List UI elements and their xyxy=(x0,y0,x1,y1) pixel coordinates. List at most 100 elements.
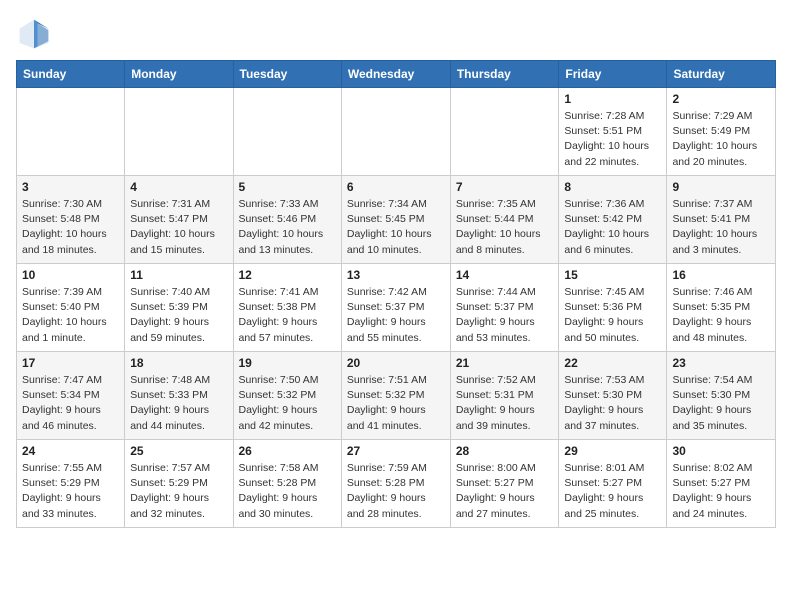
day-info: Sunrise: 7:34 AM Sunset: 5:45 PM Dayligh… xyxy=(347,197,445,258)
day-info: Sunrise: 7:36 AM Sunset: 5:42 PM Dayligh… xyxy=(564,197,661,258)
day-cell: 3Sunrise: 7:30 AM Sunset: 5:48 PM Daylig… xyxy=(17,176,125,264)
day-number: 15 xyxy=(564,268,661,282)
weekday-header-monday: Monday xyxy=(125,61,233,88)
day-number: 19 xyxy=(239,356,336,370)
day-cell: 1 Sunrise: 7:28 AM Sunset: 5:51 PM Daylig… xyxy=(559,88,667,176)
day-info: Sunrise: 7:47 AM Sunset: 5:34 PM Dayligh… xyxy=(22,373,119,434)
day-cell: 2Sunrise: 7:29 AM Sunset: 5:49 PM Daylig… xyxy=(667,88,776,176)
day-cell: 22 Sunrise: 7:53 AM Sunset: 5:30 PM Dayli… xyxy=(559,352,667,440)
week-row-5: 24 Sunrise: 7:55 AM Sunset: 5:29 PM Dayli… xyxy=(17,440,776,528)
day-cell: 10 Sunrise: 7:39 AM Sunset: 5:40 PM Dayli… xyxy=(17,264,125,352)
day-cell: 4Sunrise: 7:31 AM Sunset: 5:47 PM Daylig… xyxy=(125,176,233,264)
week-row-3: 10 Sunrise: 7:39 AM Sunset: 5:40 PM Dayli… xyxy=(17,264,776,352)
day-number: 27 xyxy=(347,444,445,458)
day-number: 9 xyxy=(672,180,770,194)
day-info: Sunrise: 7:33 AM Sunset: 5:46 PM Dayligh… xyxy=(239,197,336,258)
weekday-header-wednesday: Wednesday xyxy=(341,61,450,88)
weekday-header-saturday: Saturday xyxy=(667,61,776,88)
day-cell: 20 Sunrise: 7:51 AM Sunset: 5:32 PM Dayli… xyxy=(341,352,450,440)
day-number: 1 xyxy=(564,92,661,106)
day-number: 20 xyxy=(347,356,445,370)
logo xyxy=(16,16,56,52)
day-cell: 30Sunrise: 8:02 AM Sunset: 5:27 PM Dayli… xyxy=(667,440,776,528)
day-number: 14 xyxy=(456,268,554,282)
day-cell: 27 Sunrise: 7:59 AM Sunset: 5:28 PM Dayli… xyxy=(341,440,450,528)
day-info: Sunrise: 7:37 AM Sunset: 5:41 PM Dayligh… xyxy=(672,197,770,258)
page-header xyxy=(16,16,776,52)
day-cell: 21 Sunrise: 7:52 AM Sunset: 5:31 PM Dayli… xyxy=(450,352,559,440)
day-info: Sunrise: 7:50 AM Sunset: 5:32 PM Dayligh… xyxy=(239,373,336,434)
day-number: 28 xyxy=(456,444,554,458)
day-cell: 5 Sunrise: 7:33 AM Sunset: 5:46 PM Daylig… xyxy=(233,176,341,264)
day-cell: 8 Sunrise: 7:36 AM Sunset: 5:42 PM Daylig… xyxy=(559,176,667,264)
calendar-header: SundayMondayTuesdayWednesdayThursdayFrid… xyxy=(17,61,776,88)
day-info: Sunrise: 8:00 AM Sunset: 5:27 PM Dayligh… xyxy=(456,461,554,522)
week-row-2: 3Sunrise: 7:30 AM Sunset: 5:48 PM Daylig… xyxy=(17,176,776,264)
day-number: 10 xyxy=(22,268,119,282)
day-number: 22 xyxy=(564,356,661,370)
day-cell: 26 Sunrise: 7:58 AM Sunset: 5:28 PM Dayli… xyxy=(233,440,341,528)
day-cell: 19 Sunrise: 7:50 AM Sunset: 5:32 PM Dayli… xyxy=(233,352,341,440)
day-number: 23 xyxy=(672,356,770,370)
day-cell: 18 Sunrise: 7:48 AM Sunset: 5:33 PM Dayli… xyxy=(125,352,233,440)
day-number: 30 xyxy=(672,444,770,458)
day-number: 18 xyxy=(130,356,227,370)
day-info: Sunrise: 7:31 AM Sunset: 5:47 PM Dayligh… xyxy=(130,197,227,258)
day-info: Sunrise: 7:55 AM Sunset: 5:29 PM Dayligh… xyxy=(22,461,119,522)
day-info: Sunrise: 7:48 AM Sunset: 5:33 PM Dayligh… xyxy=(130,373,227,434)
day-cell xyxy=(125,88,233,176)
day-number: 26 xyxy=(239,444,336,458)
day-cell: 15 Sunrise: 7:45 AM Sunset: 5:36 PM Dayli… xyxy=(559,264,667,352)
day-number: 12 xyxy=(239,268,336,282)
day-cell: 29 Sunrise: 8:01 AM Sunset: 5:27 PM Dayli… xyxy=(559,440,667,528)
day-cell: 23 Sunrise: 7:54 AM Sunset: 5:30 PM Dayli… xyxy=(667,352,776,440)
day-cell: 13Sunrise: 7:42 AM Sunset: 5:37 PM Dayli… xyxy=(341,264,450,352)
day-cell: 14 Sunrise: 7:44 AM Sunset: 5:37 PM Dayli… xyxy=(450,264,559,352)
weekday-header-thursday: Thursday xyxy=(450,61,559,88)
day-info: Sunrise: 7:51 AM Sunset: 5:32 PM Dayligh… xyxy=(347,373,445,434)
day-cell xyxy=(341,88,450,176)
day-info: Sunrise: 7:40 AM Sunset: 5:39 PM Dayligh… xyxy=(130,285,227,346)
day-info: Sunrise: 7:41 AM Sunset: 5:38 PM Dayligh… xyxy=(239,285,336,346)
day-number: 8 xyxy=(564,180,661,194)
day-info: Sunrise: 7:46 AM Sunset: 5:35 PM Dayligh… xyxy=(672,285,770,346)
day-cell: 28 Sunrise: 8:00 AM Sunset: 5:27 PM Dayli… xyxy=(450,440,559,528)
day-number: 13 xyxy=(347,268,445,282)
day-number: 25 xyxy=(130,444,227,458)
day-info: Sunrise: 7:59 AM Sunset: 5:28 PM Dayligh… xyxy=(347,461,445,522)
calendar-body: 1 Sunrise: 7:28 AM Sunset: 5:51 PM Daylig… xyxy=(17,88,776,528)
day-cell xyxy=(450,88,559,176)
day-info: Sunrise: 8:01 AM Sunset: 5:27 PM Dayligh… xyxy=(564,461,661,522)
weekday-header-friday: Friday xyxy=(559,61,667,88)
day-number: 17 xyxy=(22,356,119,370)
day-number: 21 xyxy=(456,356,554,370)
day-number: 24 xyxy=(22,444,119,458)
day-info: Sunrise: 7:35 AM Sunset: 5:44 PM Dayligh… xyxy=(456,197,554,258)
week-row-1: 1 Sunrise: 7:28 AM Sunset: 5:51 PM Daylig… xyxy=(17,88,776,176)
day-info: Sunrise: 7:57 AM Sunset: 5:29 PM Dayligh… xyxy=(130,461,227,522)
day-info: Sunrise: 7:52 AM Sunset: 5:31 PM Dayligh… xyxy=(456,373,554,434)
day-info: Sunrise: 7:54 AM Sunset: 5:30 PM Dayligh… xyxy=(672,373,770,434)
day-number: 11 xyxy=(130,268,227,282)
day-info: Sunrise: 7:28 AM Sunset: 5:51 PM Dayligh… xyxy=(564,109,661,170)
day-cell: 24 Sunrise: 7:55 AM Sunset: 5:29 PM Dayli… xyxy=(17,440,125,528)
day-cell: 6Sunrise: 7:34 AM Sunset: 5:45 PM Daylig… xyxy=(341,176,450,264)
day-cell: 7 Sunrise: 7:35 AM Sunset: 5:44 PM Daylig… xyxy=(450,176,559,264)
weekday-header-tuesday: Tuesday xyxy=(233,61,341,88)
day-cell: 25 Sunrise: 7:57 AM Sunset: 5:29 PM Dayli… xyxy=(125,440,233,528)
day-number: 7 xyxy=(456,180,554,194)
day-info: Sunrise: 7:45 AM Sunset: 5:36 PM Dayligh… xyxy=(564,285,661,346)
day-cell xyxy=(17,88,125,176)
day-number: 3 xyxy=(22,180,119,194)
day-info: Sunrise: 7:58 AM Sunset: 5:28 PM Dayligh… xyxy=(239,461,336,522)
day-number: 2 xyxy=(672,92,770,106)
day-info: Sunrise: 7:44 AM Sunset: 5:37 PM Dayligh… xyxy=(456,285,554,346)
day-number: 29 xyxy=(564,444,661,458)
day-info: Sunrise: 7:53 AM Sunset: 5:30 PM Dayligh… xyxy=(564,373,661,434)
day-cell: 17 Sunrise: 7:47 AM Sunset: 5:34 PM Dayli… xyxy=(17,352,125,440)
day-cell: 9 Sunrise: 7:37 AM Sunset: 5:41 PM Daylig… xyxy=(667,176,776,264)
day-number: 5 xyxy=(239,180,336,194)
day-cell: 16Sunrise: 7:46 AM Sunset: 5:35 PM Dayli… xyxy=(667,264,776,352)
week-row-4: 17 Sunrise: 7:47 AM Sunset: 5:34 PM Dayli… xyxy=(17,352,776,440)
day-info: Sunrise: 7:39 AM Sunset: 5:40 PM Dayligh… xyxy=(22,285,119,346)
